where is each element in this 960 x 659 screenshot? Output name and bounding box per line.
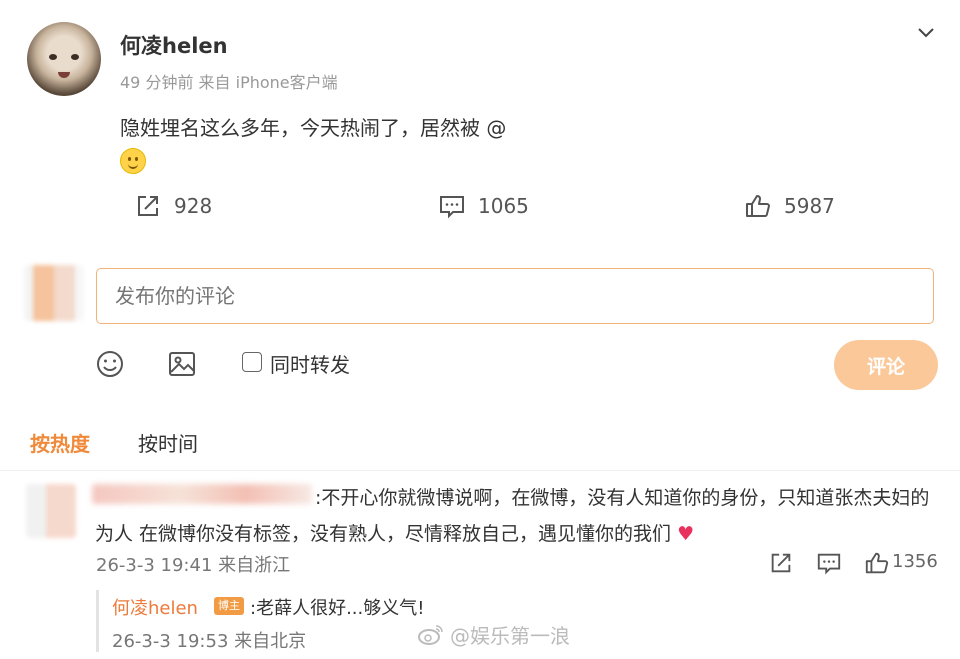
watermark: @娱乐第一浪 <box>418 620 570 649</box>
tab-sort-time[interactable]: 按时间 <box>138 428 198 457</box>
divider <box>0 470 960 471</box>
comment-input[interactable] <box>96 268 934 324</box>
like-count: 5987 <box>784 194 835 218</box>
repost-icon <box>138 196 158 216</box>
post-username[interactable]: 何凌helen <box>120 30 228 60</box>
post-meta: 49 分钟前 来自 iPhone客户端 <box>120 73 338 92</box>
comment-like-count: 1356 <box>892 551 938 572</box>
smile-emoji-icon <box>120 148 146 174</box>
chevron-down-icon[interactable] <box>914 20 938 44</box>
reply-indent-bar <box>96 590 99 652</box>
repost-checkbox-label[interactable]: 同时转发 <box>270 349 350 378</box>
image-icon[interactable] <box>167 349 197 379</box>
post-text: 隐姓埋名这么多年，今天热闹了，居然被 @ <box>120 116 507 140</box>
comment-like-icon[interactable] <box>864 550 890 576</box>
author-badge: 博主 <box>214 597 244 615</box>
repost-button[interactable]: 928 <box>134 192 212 220</box>
comment-reply-icon[interactable] <box>816 550 842 576</box>
avatar-eye <box>71 54 79 60</box>
watermark-text: @娱乐第一浪 <box>450 624 570 648</box>
comment-button[interactable]: 1065 <box>438 192 529 220</box>
commenter-avatar[interactable] <box>26 484 76 538</box>
comment-count: 1065 <box>478 194 529 218</box>
thumbs-up-icon <box>746 195 770 217</box>
weibo-logo-icon <box>418 624 443 645</box>
current-user-avatar <box>24 265 84 321</box>
like-button[interactable]: 5987 <box>744 192 835 220</box>
reply-time: 26-3-3 19:53 来自北京 <box>112 631 307 652</box>
comment-repost-icon[interactable] <box>768 550 794 576</box>
submit-comment-button[interactable]: 评论 <box>834 340 938 390</box>
avatar[interactable] <box>27 22 101 96</box>
comment-time: 26-3-3 19:41 来自浙江 <box>96 555 291 576</box>
heart-emoji-icon: ♥ <box>677 523 695 545</box>
reply-text: :老薛人很好...够义气! <box>250 598 425 619</box>
comment-icon <box>440 196 464 219</box>
reply-username[interactable]: 何凌helen <box>112 594 198 620</box>
tab-sort-hot[interactable]: 按热度 <box>30 428 90 457</box>
avatar-eye <box>49 54 57 60</box>
repost-count: 928 <box>174 194 213 218</box>
emoji-icon[interactable] <box>95 349 125 379</box>
avatar-mouth <box>58 72 70 78</box>
comment-text-block: :不开心你就微博说啊，在微博，没有人知道你的身份，只知道张杰夫妇的为人 在微博你… <box>95 480 943 552</box>
repost-checkbox[interactable] <box>242 352 262 372</box>
comment-text: :不开心你就微博说啊，在微博，没有人知道你的身份，只知道张杰夫妇的为人 在微博你… <box>95 487 930 545</box>
